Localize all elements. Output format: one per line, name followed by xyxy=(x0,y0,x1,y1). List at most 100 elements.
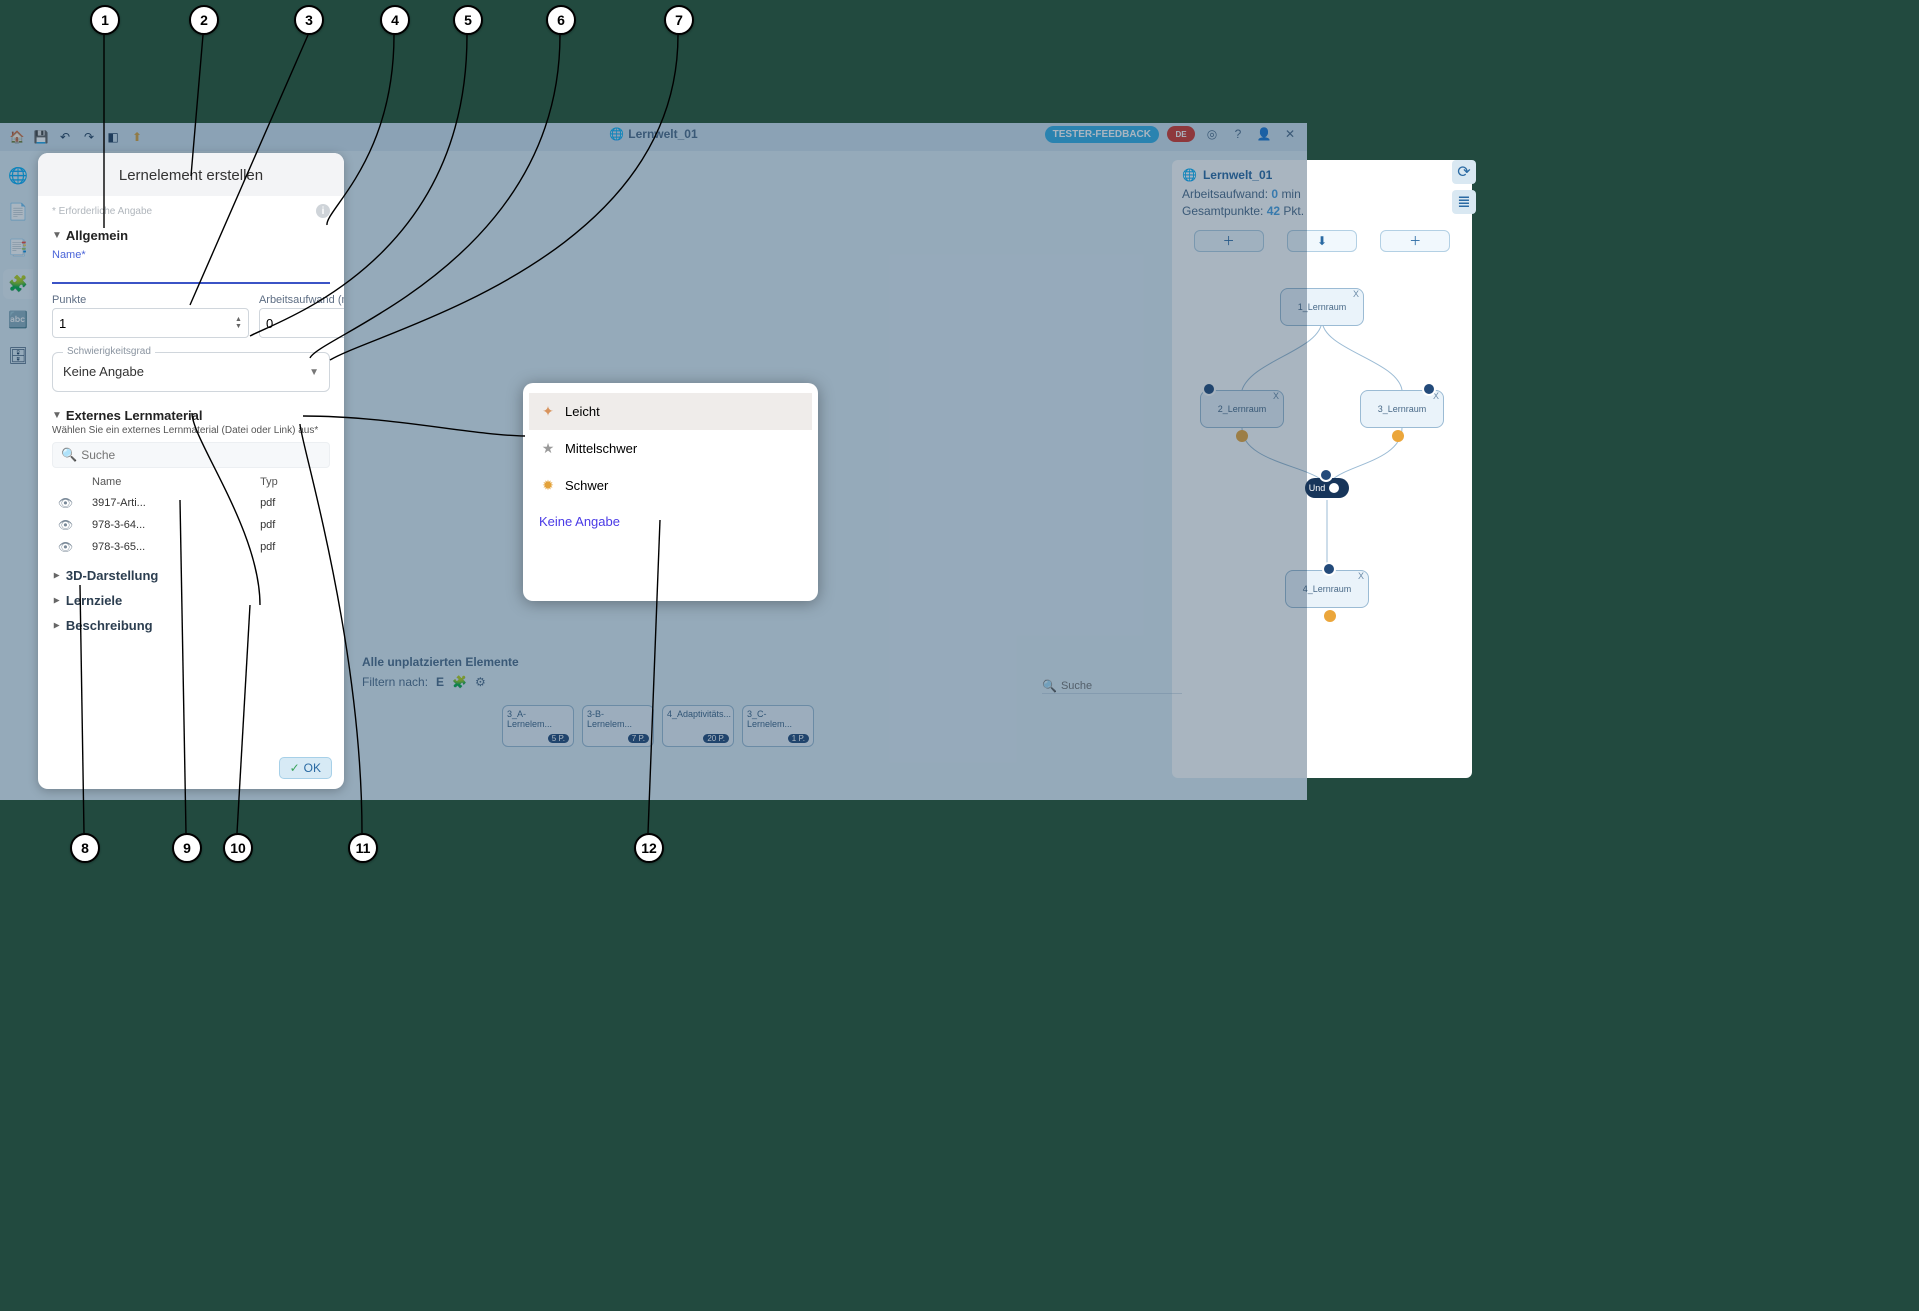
stepper-up-icon[interactable]: ▲ xyxy=(235,316,242,323)
world-import-button[interactable]: ⬇ xyxy=(1287,230,1357,252)
node-1[interactable]: X1_Lernraum xyxy=(1280,288,1364,326)
difficulty-label: Schwierigkeitsgrad xyxy=(63,346,155,357)
caret-right-icon: ▼ xyxy=(51,621,62,631)
add-box-icon[interactable]: ◧ xyxy=(104,128,122,146)
redo-icon[interactable]: ↷ xyxy=(80,128,98,146)
callout-3: 3 xyxy=(294,5,324,35)
star-icon: ✹ xyxy=(539,477,557,494)
col-name: Name xyxy=(86,472,254,492)
node-2[interactable]: X2_Lernraum xyxy=(1200,390,1284,428)
section-desc[interactable]: ▼ Beschreibung xyxy=(52,618,330,633)
callout-6: 6 xyxy=(546,5,576,35)
difficulty-option-schwer[interactable]: ✹ Schwer xyxy=(529,467,812,504)
world-points-unit: Pkt. xyxy=(1283,204,1304,218)
external-search-input[interactable] xyxy=(81,448,321,462)
user-icon[interactable]: 👤 xyxy=(1255,125,1273,143)
language-badge[interactable]: DE xyxy=(1167,126,1195,142)
caret-right-icon: ▼ xyxy=(51,571,62,581)
rail-adaptivity-icon[interactable]: 🔤 xyxy=(3,305,33,335)
eye-icon[interactable]: 👁 xyxy=(58,540,73,554)
rail-archive-icon[interactable]: 🗄 xyxy=(3,341,33,371)
filter-icon[interactable]: ⚙ xyxy=(475,675,486,689)
target-icon[interactable]: ◎ xyxy=(1203,125,1221,143)
caret-down-icon[interactable]: ▼ xyxy=(52,230,62,241)
difficulty-select[interactable]: Schwierigkeitsgrad Keine Angabe ▼ xyxy=(52,352,330,392)
effort-input[interactable] xyxy=(266,316,344,331)
eye-icon[interactable]: 👁 xyxy=(58,518,73,532)
ok-button[interactable]: ✓ OK xyxy=(279,757,332,779)
world-globe-icon: 🌐 xyxy=(1182,168,1197,182)
element-card[interactable]: 3_A-Lernelem... 5 P. xyxy=(502,705,574,747)
section-general: Allgemein xyxy=(66,228,128,243)
world-refresh-icon[interactable]: ⟳ xyxy=(1452,160,1476,184)
port-icon xyxy=(1324,610,1336,622)
section-3d[interactable]: ▼ 3D-Darstellung xyxy=(52,568,330,583)
unplaced-filter-label: Filtern nach: xyxy=(362,675,428,689)
app-title: Lernwelt_01 xyxy=(628,127,697,141)
callout-10: 10 xyxy=(223,833,253,863)
world-add-left-button[interactable]: ＋ xyxy=(1194,230,1264,252)
filter-icon[interactable]: E xyxy=(436,675,444,689)
unplaced-search-input[interactable] xyxy=(1061,680,1182,692)
unplaced-title: Alle unplatzierten Elemente xyxy=(362,655,962,669)
save-icon[interactable]: 💾 xyxy=(32,128,50,146)
element-card[interactable]: 4_Adaptivitäts... 20 P. xyxy=(662,705,734,747)
rail-element-icon[interactable]: 🧩 xyxy=(3,269,33,299)
element-card[interactable]: 3-B-Lernelem... 7 P. xyxy=(582,705,654,747)
home-icon[interactable]: 🏠 xyxy=(8,128,26,146)
publish-icon[interactable]: ⬆ xyxy=(128,128,146,146)
rail-content-icon[interactable]: 📄 xyxy=(3,197,33,227)
world-add-right-button[interactable]: ＋ xyxy=(1380,230,1450,252)
callout-2: 2 xyxy=(189,5,219,35)
world-list-icon[interactable]: ≣ xyxy=(1452,190,1476,214)
unplaced-panel: Alle unplatzierten Elemente Filtern nach… xyxy=(362,655,962,775)
world-canvas[interactable]: X1_Lernraum X2_Lernraum X3_Lernraum Und … xyxy=(1172,270,1472,768)
help-icon[interactable]: ? xyxy=(1229,125,1247,143)
rail-world-icon[interactable]: 🌐 xyxy=(3,161,33,191)
world-panel: 🌐 Lernwelt_01 Arbeitsaufwand: 0 min Gesa… xyxy=(1172,160,1472,778)
difficulty-option-mittel[interactable]: ★ Mittelschwer xyxy=(529,430,812,467)
world-effort-label: Arbeitsaufwand: xyxy=(1182,187,1268,201)
world-effort-unit: min xyxy=(1281,187,1300,201)
materials-table: Name Typ 👁 3917-Arti... pdf 👁 978-3-64..… xyxy=(52,472,330,558)
port-icon xyxy=(1319,468,1333,482)
port-icon xyxy=(1236,430,1248,442)
difficulty-value: Keine Angabe xyxy=(63,357,319,387)
table-row[interactable]: 👁 978-3-65... pdf xyxy=(52,536,330,558)
external-search[interactable]: 🔍 xyxy=(52,442,330,468)
section-goals[interactable]: ▼ Lernziele xyxy=(52,593,330,608)
points-input[interactable] xyxy=(59,316,235,331)
undo-icon[interactable]: ↶ xyxy=(56,128,74,146)
caret-down-icon[interactable]: ▼ xyxy=(52,410,62,421)
world-points-label: Gesamtpunkte: xyxy=(1182,204,1263,218)
tester-feedback-badge[interactable]: TESTER-FEEDBACK xyxy=(1045,126,1159,143)
difficulty-popover: ✦ Leicht ★ Mittelschwer ✹ Schwer Keine A… xyxy=(523,383,818,601)
effort-label: Arbeitsaufwand (min) xyxy=(259,294,344,306)
callout-4: 4 xyxy=(380,5,410,35)
caret-right-icon: ▼ xyxy=(51,596,62,606)
left-rail: 🌐 📄 📑 🧩 🔤 🗄 xyxy=(0,153,36,413)
rail-space-icon[interactable]: 📑 xyxy=(3,233,33,263)
node-3[interactable]: X3_Lernraum xyxy=(1360,390,1444,428)
eye-icon[interactable]: 👁 xyxy=(58,496,73,510)
info-icon[interactable]: i xyxy=(316,204,330,218)
filter-icon[interactable]: 🧩 xyxy=(452,675,467,689)
callout-11: 11 xyxy=(348,833,378,863)
name-input[interactable] xyxy=(52,261,330,284)
stepper-down-icon[interactable]: ▼ xyxy=(235,323,242,330)
port-icon xyxy=(1202,382,1216,396)
element-card[interactable]: 3_C-Lernelem... 1 P. xyxy=(742,705,814,747)
unplaced-search[interactable]: 🔍 xyxy=(1042,679,1182,694)
table-row[interactable]: 👁 978-3-64... pdf xyxy=(52,514,330,536)
difficulty-option-none[interactable]: Keine Angabe xyxy=(529,504,812,539)
top-toolbar: 🏠 💾 ↶ ↷ ◧ ⬆ 🌐 Lernwelt_01 TESTER-FEEDBAC… xyxy=(0,123,1307,151)
world-title: Lernwelt_01 xyxy=(1203,168,1272,182)
points-stepper[interactable]: ▲▼ xyxy=(52,308,249,338)
table-row[interactable]: 👁 3917-Arti... pdf xyxy=(52,492,330,514)
globe-icon: 🌐 xyxy=(609,127,624,141)
difficulty-option-leicht[interactable]: ✦ Leicht xyxy=(529,393,812,430)
effort-stepper[interactable]: ▲▼ xyxy=(259,308,344,338)
check-icon: ✓ xyxy=(290,761,300,775)
port-icon xyxy=(1422,382,1436,396)
close-app-icon[interactable]: ✕ xyxy=(1281,125,1299,143)
